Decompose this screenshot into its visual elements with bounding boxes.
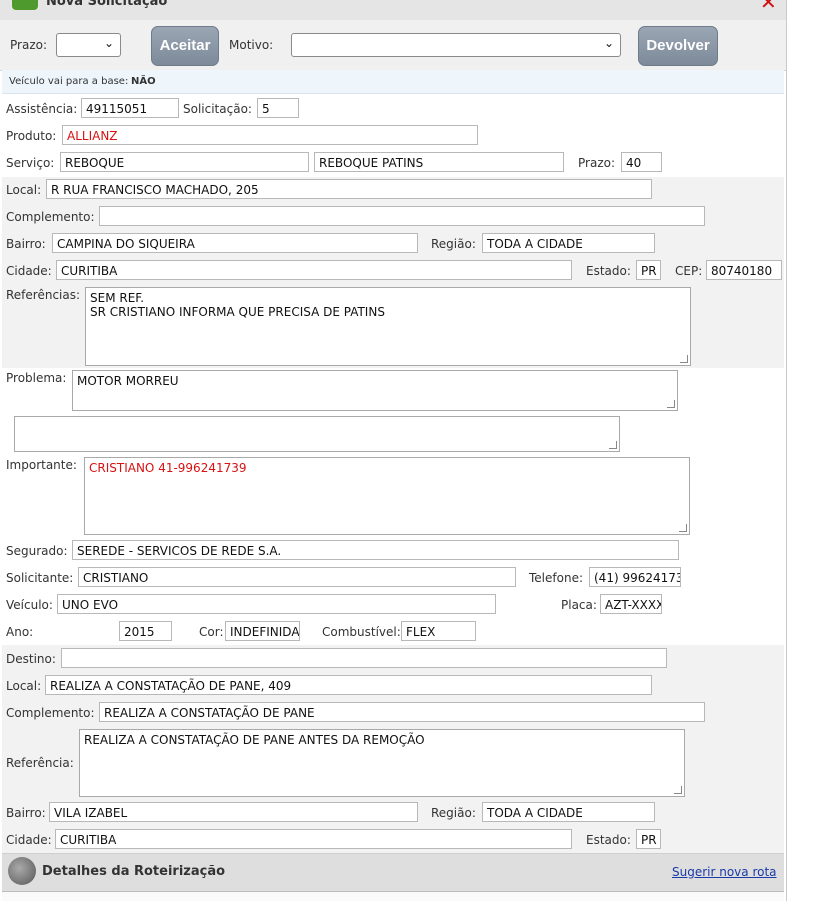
- bairro-label: Bairro:: [6, 237, 46, 251]
- referencias-textarea[interactable]: SEM REF. SR CRISTIANO INFORMA QUE PRECIS…: [85, 287, 691, 366]
- telefone-field[interactable]: (41) 996241739: [589, 567, 681, 587]
- close-icon[interactable]: ✕: [760, 0, 777, 14]
- chevron-down-icon: ⌄: [103, 36, 114, 50]
- placa-field[interactable]: AZT-XXXX: [600, 594, 662, 614]
- telefone-label: Telefone:: [529, 571, 583, 585]
- veiculo-field[interactable]: UNO EVO: [57, 594, 496, 614]
- placa-label: Placa:: [561, 598, 597, 612]
- cor-label: Cor:: [199, 625, 224, 639]
- problema-textarea[interactable]: MOTOR MORREU: [72, 370, 678, 411]
- veiculo-label: Veículo:: [6, 598, 53, 612]
- complemento-label: Complemento:: [6, 210, 95, 224]
- routing-details-title: Detalhes da Roteirização: [42, 864, 226, 879]
- destino-complemento-label: Complemento:: [6, 706, 95, 720]
- servico-prazo-field[interactable]: 40: [621, 152, 662, 172]
- base-info-text: Veículo vai para a base:: [9, 76, 129, 87]
- toolbar-motivo-label: Motivo:: [229, 38, 274, 52]
- destino-cidade-label: Cidade:: [6, 833, 52, 847]
- regiao-label: Região:: [431, 237, 476, 251]
- cidade-field[interactable]: CURITIBA: [56, 260, 572, 280]
- combustivel-label: Combustível:: [322, 625, 401, 639]
- destino-estado-field[interactable]: PR: [636, 829, 661, 849]
- window-app-icon: [12, 0, 38, 10]
- globe-icon: [8, 857, 36, 885]
- ano-label: Ano:: [6, 625, 34, 639]
- regiao-field[interactable]: TODA A CIDADE: [482, 233, 655, 253]
- destino-bairro-field[interactable]: VILA IZABEL: [49, 802, 418, 822]
- prazo-select[interactable]: ⌄: [56, 33, 121, 57]
- accept-button[interactable]: Aceitar: [151, 26, 219, 66]
- local-label: Local:: [6, 183, 42, 197]
- estado-label: Estado:: [586, 264, 631, 278]
- produto-label: Produto:: [6, 129, 57, 143]
- local-field[interactable]: R RUA FRANCISCO MACHADO, 205: [46, 179, 652, 199]
- suggest-route-link[interactable]: Sugerir nova rota: [672, 865, 777, 879]
- assistencia-label: Assistência:: [6, 102, 78, 116]
- servico-label: Serviço:: [6, 156, 55, 170]
- chevron-down-icon: ⌄: [603, 36, 614, 50]
- destino-bairro-label: Bairro:: [6, 806, 46, 820]
- destino-complemento-field[interactable]: REALIZA A CONSTATAÇÃO DE PANE: [99, 702, 705, 722]
- destino-regiao-label: Região:: [431, 806, 476, 820]
- servico-field[interactable]: REBOQUE: [60, 152, 309, 172]
- estado-field[interactable]: PR: [636, 260, 661, 280]
- solicitante-label: Solicitante:: [6, 571, 74, 585]
- solicitacao-field[interactable]: 5: [257, 98, 299, 118]
- assistencia-field[interactable]: 49115051: [81, 98, 179, 118]
- destino-referencia-label: Referência:: [6, 756, 74, 770]
- destino-local-field[interactable]: REALIZA A CONSTATAÇÃO DE PANE, 409: [45, 675, 652, 695]
- extra-notes-textarea[interactable]: [14, 416, 620, 452]
- ano-field[interactable]: 2015: [119, 621, 172, 641]
- servico-type-field[interactable]: REBOQUE PATINS: [314, 152, 564, 172]
- cep-label: CEP:: [675, 264, 703, 278]
- motivo-select[interactable]: ⌄: [291, 33, 621, 57]
- combustivel-field[interactable]: FLEX: [401, 621, 476, 641]
- destino-label: Destino:: [6, 652, 56, 666]
- destino-estado-label: Estado:: [586, 833, 631, 847]
- destino-referencia-textarea[interactable]: REALIZA A CONSTATAÇÃO DE PANE ANTES DA R…: [79, 729, 685, 797]
- request-window: Nova Solicitação ✕ Prazo: ⌄ Aceitar Moti…: [0, 0, 787, 901]
- cor-field[interactable]: INDEFINIDA: [225, 621, 300, 641]
- routing-details-panel: [2, 891, 784, 901]
- destino-field[interactable]: [61, 648, 667, 668]
- referencias-label: Referências:: [6, 288, 81, 302]
- bairro-field[interactable]: CAMPINA DO SIQUEIRA: [52, 233, 418, 253]
- importante-textarea[interactable]: CRISTIANO 41-996241739: [84, 457, 690, 535]
- return-button[interactable]: Devolver: [638, 26, 718, 66]
- info-bar: Veículo vai para a base: NÃO: [2, 70, 784, 94]
- solicitante-field[interactable]: CRISTIANO: [78, 567, 516, 587]
- servico-prazo-label: Prazo:: [578, 156, 615, 170]
- destino-cidade-field[interactable]: CURITIBA: [55, 829, 572, 849]
- cidade-label: Cidade:: [6, 264, 52, 278]
- problema-label: Problema:: [6, 371, 67, 385]
- destino-local-label: Local:: [6, 679, 42, 693]
- produto-field[interactable]: ALLIANZ: [62, 125, 478, 145]
- complemento-field[interactable]: [99, 206, 705, 226]
- window-title: Nova Solicitação: [46, 0, 168, 9]
- toolbar-prazo-label: Prazo:: [10, 38, 47, 52]
- cep-field[interactable]: 80740180: [706, 260, 782, 280]
- base-info-value: NÃO: [131, 76, 156, 87]
- segurado-field[interactable]: SEREDE - SERVICOS DE REDE S.A.: [72, 540, 679, 560]
- importante-label: Importante:: [6, 458, 77, 472]
- destino-regiao-field[interactable]: TODA A CIDADE: [482, 802, 655, 822]
- segurado-label: Segurado:: [6, 544, 68, 558]
- solicitacao-label: Solicitação:: [183, 102, 252, 116]
